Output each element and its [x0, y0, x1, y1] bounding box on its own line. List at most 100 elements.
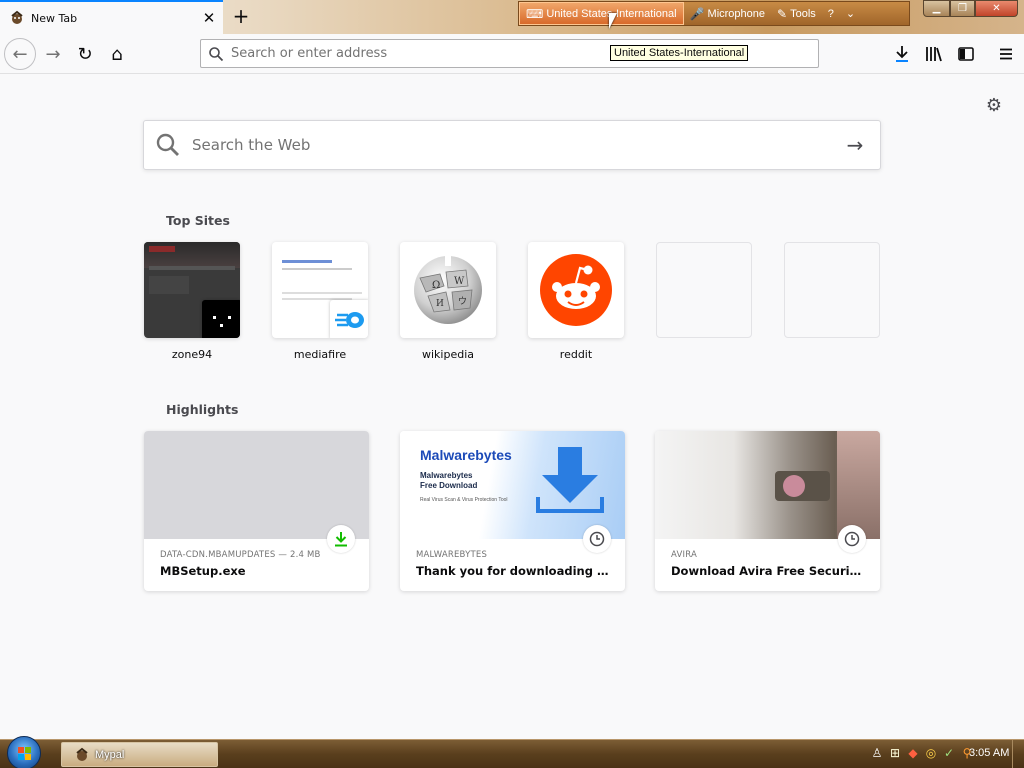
microphone-button[interactable]: 🎤 Microphone	[684, 2, 771, 25]
tools-label: Tools	[790, 7, 816, 20]
home-button[interactable]: ⌂	[101, 38, 133, 70]
clock-icon	[583, 525, 611, 553]
top-site-mediafire[interactable]: mediafire	[272, 242, 368, 361]
show-desktop-button[interactable]	[1012, 740, 1024, 768]
top-site-zone94[interactable]: zone94	[144, 242, 240, 361]
card-image	[655, 431, 880, 539]
start-button[interactable]	[7, 736, 41, 768]
web-search-box[interactable]: →	[143, 120, 881, 170]
search-icon	[144, 132, 192, 158]
site-thumbnail	[144, 242, 240, 338]
svg-text:W: W	[454, 276, 465, 287]
empty-thumbnail	[656, 242, 752, 338]
site-thumbnail	[528, 242, 624, 338]
language-tray-icon[interactable]: ⊞	[888, 745, 902, 761]
big-download-arrow-icon	[536, 447, 604, 513]
sidebar-icon	[958, 47, 974, 61]
customize-gear-icon[interactable]: ⚙	[984, 95, 1004, 116]
card-title: MBSetup.exe	[160, 564, 246, 578]
taskbar-item-label: Mypal	[95, 748, 125, 761]
keyboard-icon: ⌨	[526, 6, 544, 21]
microphone-label: Microphone	[707, 7, 766, 20]
card-source: DATA-CDN.MBAMUPDATES — 2.4 MB	[160, 550, 321, 560]
hamburger-icon	[1000, 48, 1012, 60]
tab-new-tab[interactable]: New Tab ✕	[0, 0, 223, 34]
navigation-toolbar: ← → ↻ ⌂	[0, 34, 1024, 74]
library-button[interactable]	[918, 38, 950, 70]
site-thumbnail: Ω W И ウ	[400, 242, 496, 338]
download-icon	[327, 525, 355, 553]
language-tooltip: United States-International	[610, 45, 749, 61]
card-source: MALWAREBYTES	[416, 550, 488, 560]
card-image	[144, 431, 369, 539]
card-title: Thank you for downloading Mal...	[416, 564, 611, 578]
empty-thumbnail	[784, 242, 880, 338]
malwarebytes-line1: Malwarebytes	[420, 471, 473, 480]
security-tray-icon[interactable]: ◆	[906, 745, 920, 761]
menu-button[interactable]	[990, 38, 1022, 70]
library-icon	[926, 47, 942, 62]
help-button[interactable]: ?	[822, 2, 840, 25]
search-go-arrow-icon[interactable]: →	[830, 133, 880, 157]
back-button[interactable]: ←	[4, 38, 36, 70]
site-label: reddit	[559, 348, 593, 361]
user-tray-icon[interactable]: ♙	[870, 745, 884, 761]
highlights-title: Highlights	[166, 402, 239, 417]
top-site-wikipedia[interactable]: Ω W И ウ wikipedia	[400, 242, 496, 361]
downloads-button[interactable]	[886, 38, 918, 70]
microphone-icon: 🎤	[689, 6, 705, 21]
search-icon	[201, 46, 231, 62]
taskbar: Mypal ♙ ⊞ ◆ ◎ ✓ ⚲ 3:05 AM	[0, 736, 1024, 768]
svg-text:Ω: Ω	[432, 280, 440, 291]
new-tab-button[interactable]: +	[229, 4, 253, 28]
mediafire-logo-icon	[330, 300, 368, 338]
web-search-input[interactable]	[192, 136, 830, 154]
reddit-logo-icon	[540, 254, 612, 326]
taskbar-clock[interactable]: 3:05 AM	[969, 747, 1009, 759]
mouse-cursor-icon	[609, 13, 617, 29]
tab-close-icon[interactable]: ✕	[199, 8, 219, 28]
malwarebytes-line2: Free Download	[420, 481, 478, 490]
photo-adult	[837, 431, 880, 539]
language-selector[interactable]: ⌨ United States-International	[519, 2, 684, 25]
photo-child	[783, 475, 805, 497]
top-site-empty-slot[interactable]	[656, 242, 752, 348]
maximize-button[interactable]: ❐	[950, 0, 975, 17]
reload-button[interactable]: ↻	[69, 38, 101, 70]
top-site-reddit[interactable]: reddit	[528, 242, 624, 361]
highlight-card-malwarebytes[interactable]: Malwarebytes Malwarebytes Free Download …	[400, 431, 625, 591]
svg-text:И: И	[436, 299, 444, 309]
malwarebytes-small: Real Virus Scan & Virus Protection Tool	[420, 497, 508, 503]
network-tray-icon[interactable]: ✓	[942, 745, 956, 761]
taskbar-item-mypal[interactable]: Mypal	[61, 742, 218, 767]
card-source: AVIRA	[671, 550, 697, 560]
tools-button[interactable]: ✎ Tools	[771, 2, 822, 25]
update-tray-icon[interactable]: ◎	[924, 745, 938, 761]
site-label: mediafire	[293, 348, 347, 361]
wikipedia-globe-icon: Ω W И ウ	[414, 256, 482, 324]
tools-icon: ✎	[777, 6, 788, 21]
tab-strip: New Tab ✕ + ⌨ United States-Internationa…	[0, 0, 1024, 34]
top-sites-title: Top Sites	[166, 213, 230, 228]
langbar-options-button[interactable]: ⌄	[840, 2, 861, 25]
sidebar-button[interactable]	[950, 38, 982, 70]
highlight-card-mbsetup[interactable]: DATA-CDN.MBAMUPDATES — 2.4 MB MBSetup.ex…	[144, 431, 369, 591]
mypal-favicon-icon	[11, 10, 23, 24]
minimize-button[interactable]: ▁	[923, 0, 950, 17]
malwarebytes-brand: Malwarebytes	[420, 447, 512, 463]
clock-icon	[838, 525, 866, 553]
forward-button[interactable]: →	[37, 38, 69, 70]
card-title: Download Avira Free Security | ...	[671, 564, 866, 578]
card-image: Malwarebytes Malwarebytes Free Download …	[400, 431, 625, 539]
tab-title: New Tab	[31, 11, 78, 25]
top-site-empty-slot[interactable]	[784, 242, 880, 348]
zone94-badge-icon	[202, 300, 240, 338]
download-arrow-icon	[896, 46, 908, 62]
close-window-button[interactable]: ✕	[975, 0, 1018, 17]
site-label: wikipedia	[421, 348, 474, 361]
highlight-card-avira[interactable]: AVIRA Download Avira Free Security | ...	[655, 431, 880, 591]
windows-logo-icon	[18, 747, 31, 760]
language-bar: ⌨ United States-International 🎤 Micropho…	[518, 1, 910, 26]
mypal-app-icon	[76, 747, 88, 761]
system-tray: ♙ ⊞ ◆ ◎ ✓ ⚲	[870, 745, 974, 761]
